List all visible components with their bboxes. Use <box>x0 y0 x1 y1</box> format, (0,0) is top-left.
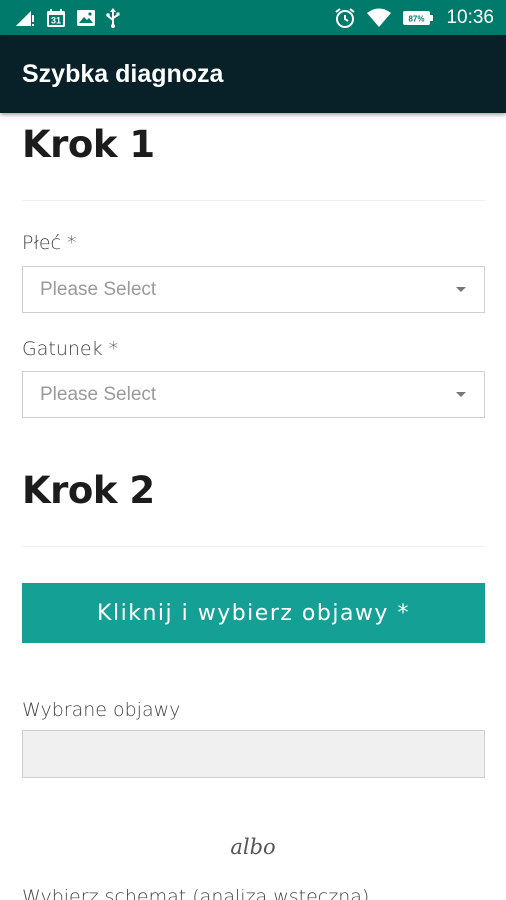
selected-symptoms-field <box>22 730 485 778</box>
calendar-day: 31 <box>51 15 61 25</box>
species-select[interactable]: Please Select <box>22 371 485 418</box>
step2-divider <box>22 546 485 547</box>
alarm-icon <box>334 7 356 29</box>
step1-title: Krok 1 <box>22 123 155 166</box>
app-title: Szybka diagnoza <box>22 59 224 88</box>
battery-icon: 87% <box>402 10 434 26</box>
battery-percent: 87% <box>409 14 425 23</box>
step2-title: Krok 2 <box>22 469 155 512</box>
signal-icon <box>14 9 36 27</box>
scheme-label: Wybierz schemat (analiza wsteczna) <box>22 886 370 900</box>
calendar-icon: 31 <box>46 8 66 28</box>
sex-select[interactable]: Please Select <box>22 266 485 313</box>
chevron-down-icon <box>456 392 466 397</box>
app-bar: Szybka diagnoza <box>0 35 506 113</box>
status-left: 31 <box>14 7 120 28</box>
chevron-down-icon <box>456 287 466 292</box>
step1-divider <box>22 200 485 201</box>
status-bar: 31 87% 10:36 <box>0 0 506 35</box>
sex-label: Płeć * <box>22 232 77 254</box>
species-select-value: Please Select <box>40 383 157 405</box>
image-icon <box>76 9 96 27</box>
selected-symptoms-label: Wybrane objawy <box>22 699 181 721</box>
wifi-icon <box>366 8 392 28</box>
species-label: Gatunek * <box>22 338 119 360</box>
sex-select-value: Please Select <box>40 278 157 300</box>
usb-icon <box>106 7 120 28</box>
status-time: 10:36 <box>446 6 494 28</box>
or-separator: albo <box>230 835 276 859</box>
form-content[interactable]: Krok 1 Płeć * Please Select Gatunek * Pl… <box>0 113 506 900</box>
status-right: 87% 10:36 <box>334 7 494 29</box>
choose-symptoms-button[interactable]: Kliknij i wybierz objawy * <box>22 583 485 643</box>
